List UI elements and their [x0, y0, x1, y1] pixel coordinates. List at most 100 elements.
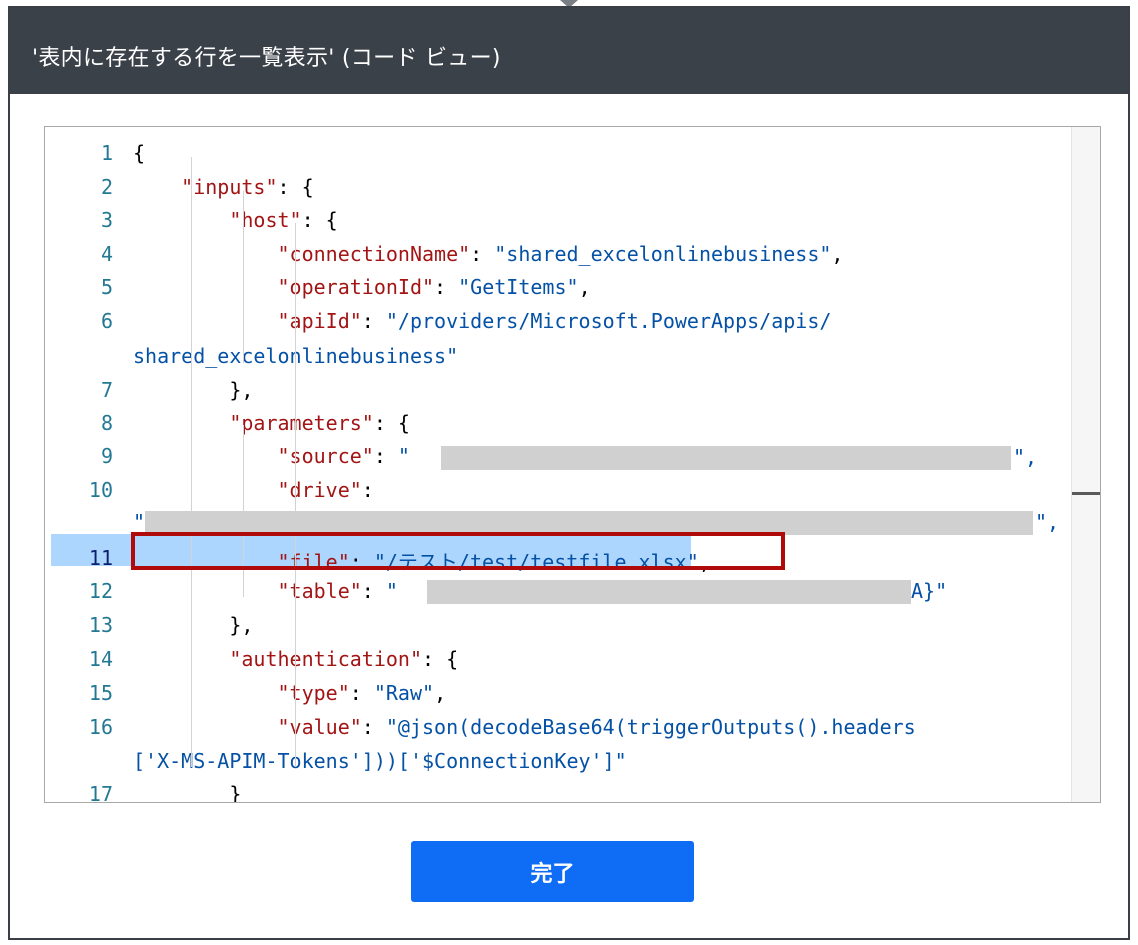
code-line: "source": "	[133, 444, 410, 468]
code-token-indent	[133, 647, 229, 671]
code-token-key: "authentication"	[229, 647, 422, 671]
code-token-sep: {	[133, 141, 146, 165]
code-token-sep: : {	[301, 208, 338, 232]
code-fragment: A}"	[911, 579, 948, 603]
line-number: 4	[100, 242, 113, 266]
code-token-sep: }	[229, 782, 242, 803]
line-number: 1	[100, 141, 113, 165]
code-token-value: "Raw"	[373, 681, 435, 705]
redacted-value	[441, 446, 1011, 470]
line-number: 11	[88, 546, 113, 570]
code-token-indent	[133, 613, 229, 637]
code-token-value: "	[385, 579, 398, 603]
scroll-position-marker	[1072, 492, 1100, 495]
line-number: 8	[100, 411, 113, 435]
indent-guide	[243, 191, 244, 363]
code-line: "value": "@json(decodeBase64(triggerOutp…	[133, 715, 916, 739]
code-line: "table": "	[133, 579, 398, 603]
code-token-key: "type"	[277, 681, 350, 705]
dialog-header: '表内に存在する行を一覧表示' (コード ビュー)	[10, 8, 1128, 94]
code-token-sep: :	[361, 478, 374, 502]
code-token-value: "shared_excelonlinebusiness"	[494, 242, 832, 266]
code-token-key: "apiId"	[277, 309, 362, 333]
code-token-indent	[133, 275, 278, 299]
code-token-indent	[133, 782, 229, 802]
line-number: 9	[100, 444, 113, 468]
line-number-gutter: 1 2 3 4 5 6 7 8 9 10 11 12 13 14 15 16 17	[45, 127, 129, 802]
code-token-indent	[133, 411, 229, 435]
code-token-key: "connectionName"	[277, 242, 471, 266]
code-line: }	[133, 782, 242, 803]
code-line: },	[133, 613, 253, 637]
code-token-sep: :	[373, 444, 398, 468]
done-button[interactable]: 完了	[411, 841, 694, 902]
code-token-key: "operationId"	[277, 275, 435, 299]
line-number: 16	[88, 715, 113, 739]
code-line: {	[133, 141, 145, 165]
code-token-key: "drive"	[277, 478, 362, 502]
code-token-indent	[133, 309, 278, 333]
code-token-sep: :	[361, 715, 386, 739]
code-area[interactable]: { "inputs": { "host": { "connectionName"…	[133, 127, 1072, 802]
code-token-sep: },	[229, 378, 254, 402]
code-line: "connectionName": "shared_excelonlinebus…	[133, 242, 844, 266]
code-line: "drive":	[133, 478, 374, 502]
code-line: "host": {	[133, 208, 338, 232]
code-line: "type": "Raw",	[133, 681, 447, 705]
code-token-indent	[133, 444, 278, 468]
code-token-key: "value"	[277, 715, 362, 739]
code-line: ['X-MS-APIM-Tokens']))['$ConnectionKey']…	[133, 749, 627, 773]
line-number: 5	[100, 275, 113, 299]
code-token-key: "host"	[229, 208, 302, 232]
code-token-sep: :	[349, 681, 374, 705]
code-token-indent	[133, 579, 278, 603]
code-token-key: "inputs"	[181, 175, 278, 199]
code-token-indent	[133, 242, 278, 266]
code-token-sep: : {	[373, 411, 410, 435]
code-token-indent	[133, 378, 229, 402]
code-token-indent	[133, 478, 278, 502]
code-token-value: "GetItems"	[458, 275, 579, 299]
line-number: 14	[88, 647, 113, 671]
code-line: "operationId": "GetItems",	[133, 275, 591, 299]
code-token-sep: : {	[277, 175, 314, 199]
highlight-box	[131, 532, 785, 570]
line-number: 12	[88, 579, 113, 603]
code-token-indent	[133, 681, 278, 705]
code-token-value: "/providers/Microsoft.PowerApps/apis/	[385, 309, 832, 333]
code-token-indent	[133, 175, 181, 199]
indent-guide	[191, 157, 192, 767]
vertical-scrollbar[interactable]	[1071, 127, 1100, 802]
code-line: "inputs": {	[133, 175, 314, 199]
dialog-title: '表内に存在する行を一覧表示' (コード ビュー)	[32, 46, 501, 71]
indent-guide	[295, 223, 296, 767]
code-token-value: "	[133, 510, 146, 534]
code-token-indent	[133, 715, 278, 739]
code-token-tail: ,	[434, 681, 447, 705]
code-line: "	[133, 510, 145, 534]
code-line: "apiId": "/providers/Microsoft.PowerApps…	[133, 309, 832, 333]
code-token-value: "	[397, 444, 410, 468]
line-number: 7	[100, 378, 113, 402]
code-token-sep: :	[434, 275, 459, 299]
code-line: },	[133, 378, 253, 402]
code-token-indent	[133, 208, 229, 232]
code-editor[interactable]: 1 2 3 4 5 6 7 8 9 10 11 12 13 14 15 16 17 { "inputs": { …	[44, 126, 1101, 803]
line-number: 2	[100, 175, 113, 199]
code-fragment: ",	[1035, 510, 1060, 534]
code-view-dialog: '表内に存在する行を一覧表示' (コード ビュー) 1 2 3 4 5 6 7 8 9 10 11 1…	[8, 6, 1130, 940]
code-token-value: ['X-MS-APIM-Tokens']))['$ConnectionKey']…	[133, 749, 627, 773]
line-number: 13	[88, 613, 113, 637]
code-token-key: "source"	[277, 444, 374, 468]
line-number: 6	[100, 309, 113, 333]
code-token-sep: : {	[421, 647, 459, 671]
code-token-sep: :	[361, 579, 386, 603]
line-number: 15	[88, 681, 113, 705]
code-token-sep: },	[229, 613, 254, 637]
code-token-tail: ,	[831, 242, 844, 266]
code-token-value: "@json(decodeBase64(triggerOutputs().hea…	[385, 715, 916, 739]
redacted-value	[427, 580, 911, 604]
line-number: 17	[88, 782, 113, 803]
line-number: 3	[100, 208, 113, 232]
code-line: "parameters": {	[133, 411, 410, 435]
